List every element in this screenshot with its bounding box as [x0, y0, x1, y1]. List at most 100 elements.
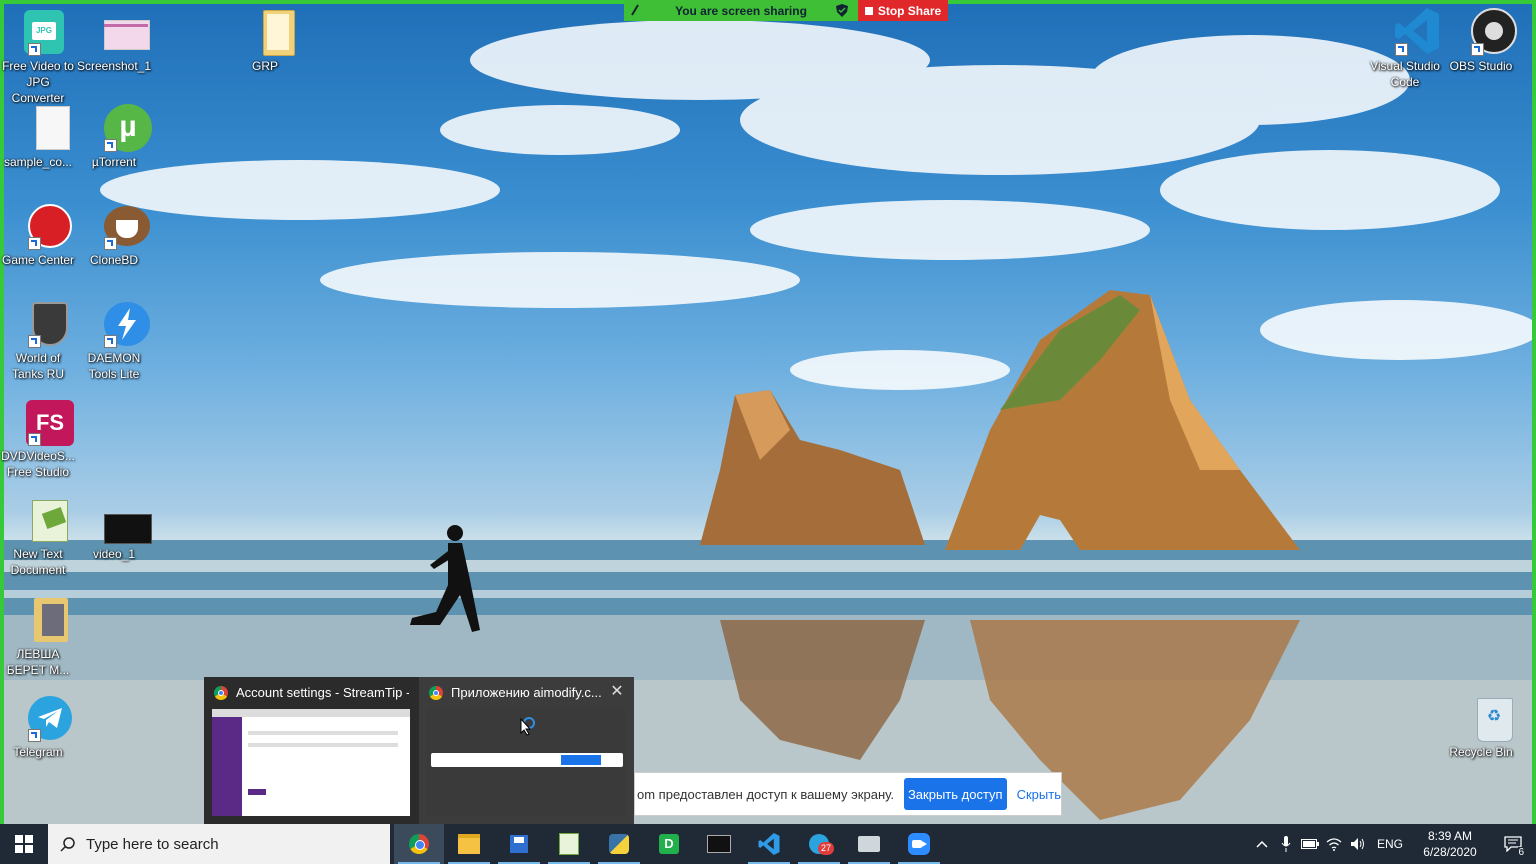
- taskbar-terminal[interactable]: [694, 824, 744, 864]
- hide-link[interactable]: Скрыть: [1017, 787, 1061, 802]
- screen-share-bar: You are screen sharing Stop Share: [624, 0, 948, 21]
- stop-share-label: Stop Share: [877, 3, 942, 18]
- mouse-cursor-icon: [520, 718, 532, 736]
- thumbnail-title: Приложению aimodify.c...: [451, 685, 602, 700]
- wifi-icon: [1326, 838, 1342, 851]
- taskbar-printer[interactable]: [844, 824, 894, 864]
- desktop-icon-label: World of Tanks RU: [11, 351, 64, 381]
- taskbar: Type here to search D 27 ENG 8:39 AM 6/2…: [0, 824, 1536, 864]
- language-indicator[interactable]: ENG: [1370, 837, 1410, 851]
- printer-icon: [858, 836, 880, 852]
- desktop-icon-label: Recycle Bin: [1449, 745, 1513, 759]
- desktop-icon-jpg-converter[interactable]: JPG Free Video to JPG Converter: [0, 8, 76, 106]
- search-box[interactable]: Type here to search: [48, 824, 390, 864]
- desktop-icon-obs[interactable]: OBS Studio: [1443, 8, 1519, 74]
- desktop-icon-label: sample_co...: [3, 155, 73, 169]
- pin-icon: [631, 4, 639, 16]
- taskbar-zoom[interactable]: [894, 824, 944, 864]
- shortcut-arrow-icon: [104, 139, 117, 152]
- terminal-icon: [707, 835, 731, 853]
- search-icon: [60, 837, 75, 852]
- thumbnail-title: Account settings - StreamTip - ...: [236, 685, 409, 700]
- utorrent-icon: µ: [90, 104, 152, 152]
- desktop-icon-dvdvideosoft[interactable]: FS DVDVideoS... Free Studio: [0, 398, 76, 480]
- shortcut-arrow-icon: [28, 433, 41, 446]
- desktop-icon-recycle-bin[interactable]: ♻ Recycle Bin: [1443, 694, 1519, 760]
- book-folder-icon: [14, 596, 68, 644]
- save-disk-icon: [510, 835, 528, 853]
- desktop-icon-vscode[interactable]: Visual Studio Code: [1367, 8, 1443, 90]
- taskbar-notepad[interactable]: [544, 824, 594, 864]
- shortcut-arrow-icon: [28, 237, 41, 250]
- telegram-unread-badge: 27: [817, 842, 834, 855]
- telegram-icon: [14, 694, 72, 742]
- desktop-icon-clonebd[interactable]: CloneBD: [76, 202, 152, 268]
- search-placeholder: Type here to search: [86, 835, 219, 853]
- desktop-icon-grp[interactable]: GRP: [227, 8, 303, 74]
- desktop-icon-label: Visual Studio Code: [1370, 59, 1440, 89]
- desktop-icon-label: DAEMON Tools Lite: [87, 351, 141, 381]
- close-icon[interactable]: ✕: [608, 683, 626, 701]
- desktop-icon-label: Game Center: [1, 253, 75, 267]
- share-notification-message: om предоставлен доступ к вашему экрану.: [637, 786, 894, 802]
- desktop-icon-book-folder[interactable]: ЛЕВША БЕРЕТ М...: [0, 596, 76, 678]
- desktop-icon-daemon-tools[interactable]: DAEMON Tools Lite: [76, 300, 152, 382]
- action-center-button[interactable]: 6: [1490, 824, 1536, 864]
- stop-share-button[interactable]: Stop Share: [858, 0, 948, 21]
- zoom-icon: [908, 833, 930, 855]
- share-status[interactable]: You are screen sharing: [624, 0, 858, 21]
- desktop-icon-label: CloneBD: [89, 253, 139, 267]
- taskbar-thumbnail-popup: Account settings - StreamTip - ... Прило…: [204, 677, 634, 824]
- taskbar-d-app[interactable]: D: [644, 824, 694, 864]
- show-hidden-icons-button[interactable]: [1250, 824, 1274, 864]
- volume-icon: [1351, 838, 1364, 850]
- taskbar-chrome[interactable]: [394, 824, 444, 864]
- shortcut-arrow-icon: [1471, 43, 1484, 56]
- chrome-icon: [409, 834, 429, 854]
- desktop-icon-label: video_1: [92, 547, 136, 561]
- dvdvideosoft-icon: FS: [14, 398, 74, 446]
- taskbar-telegram[interactable]: 27: [794, 824, 844, 864]
- desktop-icon-label: µTorrent: [91, 155, 137, 169]
- desktop-icon-new-text-document[interactable]: New Text Document: [0, 496, 76, 578]
- notepad-icon: [559, 833, 579, 855]
- wifi-tray[interactable]: [1322, 824, 1346, 864]
- clock-time: 8:39 AM: [1427, 829, 1473, 843]
- desktop-icon-world-of-tanks[interactable]: World of Tanks RU: [0, 300, 76, 382]
- battery-tray[interactable]: [1298, 824, 1322, 864]
- chrome-icon: [214, 685, 228, 700]
- microphone-icon: [1281, 836, 1291, 852]
- desktop-icon-telegram[interactable]: Telegram: [0, 694, 76, 760]
- taskbar-vscode[interactable]: [744, 824, 794, 864]
- video-file-icon: [90, 496, 152, 544]
- shortcut-arrow-icon: [28, 43, 41, 56]
- desktop-icon-label: New Text Document: [10, 547, 66, 577]
- file-explorer-icon: [458, 834, 480, 854]
- start-button[interactable]: [0, 824, 48, 864]
- close-access-button[interactable]: Закрыть доступ: [903, 778, 1007, 810]
- desktop-icon-label: Screenshot_1: [76, 59, 152, 73]
- taskbar-file-explorer[interactable]: [444, 824, 494, 864]
- volume-tray[interactable]: [1346, 824, 1370, 864]
- desktop-icon-sample[interactable]: sample_co...: [0, 104, 76, 170]
- recycle-bin-icon: ♻: [1457, 694, 1513, 742]
- jpg-converter-icon: JPG: [14, 8, 64, 56]
- shortcut-arrow-icon: [28, 335, 41, 348]
- desktop-icon-utorrent[interactable]: µ µTorrent: [76, 104, 152, 170]
- desktop-icon-screenshot[interactable]: Screenshot_1: [76, 8, 152, 74]
- taskbar-python[interactable]: [594, 824, 644, 864]
- shortcut-arrow-icon: [104, 335, 117, 348]
- desktop-icon-label: Free Video to JPG Converter: [2, 59, 74, 105]
- chrome-icon: [429, 685, 443, 700]
- clock[interactable]: 8:39 AM 6/28/2020: [1410, 828, 1490, 860]
- python-icon: [609, 834, 629, 854]
- desktop-icon-video[interactable]: video_1: [76, 496, 152, 562]
- image-file-icon: [90, 8, 150, 56]
- thumbnail-window-1[interactable]: Account settings - StreamTip - ...: [204, 677, 419, 824]
- thumbnail-window-2[interactable]: Приложению aimodify.c... ✕: [419, 677, 634, 824]
- desktop-icon-game-center[interactable]: Game Center: [0, 202, 76, 268]
- microphone-tray[interactable]: [1274, 824, 1298, 864]
- blank-file-icon: [14, 104, 70, 152]
- clock-date: 6/28/2020: [1423, 845, 1477, 859]
- taskbar-save-app[interactable]: [494, 824, 544, 864]
